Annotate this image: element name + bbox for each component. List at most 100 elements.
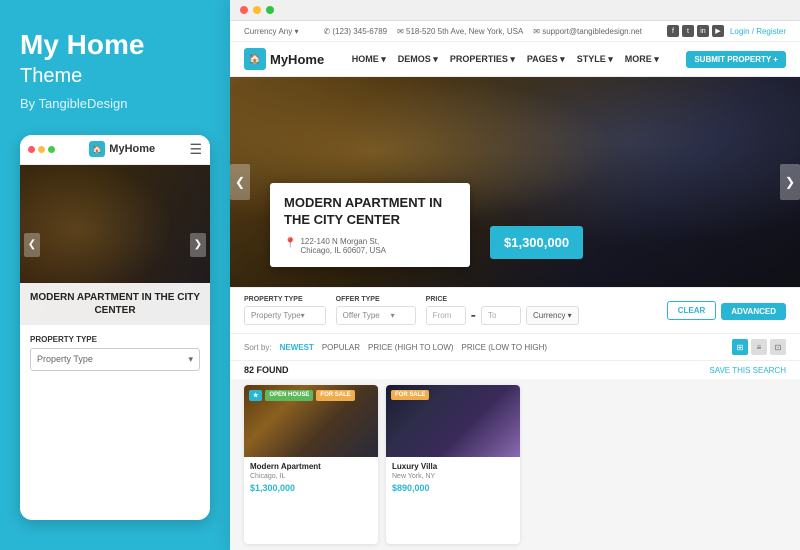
property-address-2: New York, NY (392, 473, 514, 480)
mobile-logo-text: MyHome (109, 143, 155, 155)
nav-items: HOME ▾ DEMOS ▾ PROPERTIES ▾ PAGES ▾ STYL… (352, 54, 659, 65)
mobile-next-arrow[interactable]: ❯ (190, 233, 206, 257)
nav-item-home[interactable]: HOME ▾ (352, 54, 386, 65)
mobile-property-type-select[interactable]: Property Type ▾ (30, 348, 200, 371)
list-view-icon[interactable]: ≡ (751, 339, 767, 355)
desktop-nav: 🏠 MyHome HOME ▾ DEMOS ▾ PROPERTIES ▾ PAG… (230, 42, 800, 77)
sort-price-high[interactable]: PRICE (HIGH TO LOW) (368, 343, 454, 352)
topbar-right: f t in ▶ Login / Register (667, 25, 786, 37)
open-house-badge: OPEN HOUSE (265, 390, 313, 401)
property-title-1: Modern Apartment (250, 462, 372, 471)
hero-prev-arrow[interactable]: ❮ (230, 164, 250, 200)
mobile-dot-green (48, 146, 55, 153)
map-view-icon[interactable]: ⊡ (770, 339, 786, 355)
search-bar: PROPERTY TYPE Property Type ▾ OFFER TYPE… (230, 287, 800, 334)
sort-by-label: Sort by: (244, 343, 272, 352)
price-inputs: From - To Currency ▾ (426, 306, 579, 325)
social-icons: f t in ▶ (667, 25, 724, 37)
desktop-logo[interactable]: 🏠 MyHome (244, 48, 324, 70)
hero-address-text: 122-140 N Morgan St, Chicago, IL 60607, … (300, 237, 386, 255)
advanced-button[interactable]: ADVANCED (721, 303, 786, 320)
mobile-header: 🏠 MyHome ☰ (20, 135, 210, 165)
desktop-logo-icon: 🏠 (244, 48, 266, 70)
currency-selector[interactable]: Currency Any ▾ (244, 27, 298, 36)
sort-price-low[interactable]: PRICE (LOW TO HIGH) (462, 343, 548, 352)
property-card-2[interactable]: FOR SALE Luxury Villa New York, NY $890,… (386, 385, 520, 544)
login-link[interactable]: Login / Register (730, 27, 786, 36)
mobile-preview: 🏠 MyHome ☰ ❮ ❯ MODERN APARTMENT IN THE C… (20, 135, 210, 520)
currency-badge[interactable]: Currency ▾ (526, 306, 579, 325)
price-from-input[interactable]: From (426, 306, 466, 325)
found-count: 82 FOUND (244, 365, 289, 375)
desktop-topbar: Currency Any ▾ ✆ (123) 345-6789 ✉ 518-52… (230, 21, 800, 42)
offer-type-field: OFFER TYPE Offer Type ▾ (336, 296, 416, 325)
location-icon: 📍 (284, 238, 296, 249)
sort-controls: Sort by: NEWEST POPULAR PRICE (HIGH TO L… (244, 343, 547, 352)
property-card-1[interactable]: ★ OPEN HOUSE FOR SALE Modern Apartment C… (244, 385, 378, 544)
theme-title: My Home (20, 30, 210, 61)
property-type-label: PROPERTY TYPE (244, 296, 326, 303)
sort-newest[interactable]: NEWEST (280, 343, 314, 352)
nav-item-style[interactable]: STYLE ▾ (577, 54, 613, 65)
topbar-center: ✆ (123) 345-6789 ✉ 518-520 5th Ave, New … (323, 27, 642, 36)
facebook-icon[interactable]: f (667, 25, 679, 37)
badge-row-1: ★ OPEN HOUSE FOR SALE (249, 390, 355, 401)
topbar-email: ✉ support@tangibledesign.net (533, 27, 642, 36)
nav-item-pages[interactable]: PAGES ▾ (527, 54, 565, 65)
property-info-2: Luxury Villa New York, NY $890,000 (386, 457, 520, 498)
submit-property-button[interactable]: SUBMIT PROPERTY + (686, 51, 786, 68)
hero-property-title: MODERN APARTMENT IN THE CITY CENTER (284, 195, 456, 229)
mobile-menu-icon[interactable]: ☰ (189, 141, 202, 158)
theme-subtitle: Theme (20, 65, 210, 88)
mobile-prev-arrow[interactable]: ❮ (24, 233, 40, 257)
topbar-left: Currency Any ▾ (244, 27, 298, 36)
property-info-1: Modern Apartment Chicago, IL $1,300,000 (244, 457, 378, 498)
mobile-hero-caption: MODERN APARTMENT IN THE CITY CENTER (20, 283, 210, 325)
property-title-2: Luxury Villa (392, 462, 514, 471)
property-image-1: ★ OPEN HOUSE FOR SALE (244, 385, 378, 457)
topbar-phone: ✆ (123) 345-6789 (323, 27, 387, 36)
clear-button[interactable]: CLEAR (667, 301, 717, 320)
hero-section: ❮ ❯ MODERN APARTMENT IN THE CITY CENTER … (230, 77, 800, 287)
sort-popular[interactable]: POPULAR (322, 343, 360, 352)
offer-type-label: OFFER TYPE (336, 296, 416, 303)
nav-item-demos[interactable]: DEMOS ▾ (398, 54, 438, 65)
for-sale-badge-2: FOR SALE (391, 390, 429, 400)
browser-dot-green (266, 6, 274, 14)
offer-type-select[interactable]: Offer Type ▾ (336, 306, 416, 325)
save-search-link[interactable]: SAVE THIS SEARCH (709, 366, 786, 375)
grid-view-icon[interactable]: ⊞ (732, 339, 748, 355)
mobile-hero: ❮ ❯ MODERN APARTMENT IN THE CITY CENTER (20, 165, 210, 325)
property-type-select[interactable]: Property Type ▾ (244, 306, 326, 325)
property-price-2: $890,000 (392, 483, 514, 493)
browser-dot-red (240, 6, 248, 14)
star-badge: ★ (249, 390, 262, 401)
search-buttons: CLEAR ADVANCED (667, 301, 786, 320)
desktop-logo-text: MyHome (270, 52, 324, 67)
hero-price-button[interactable]: $1,300,000 (490, 226, 583, 259)
offer-type-arrow: ▾ (391, 311, 395, 320)
property-price-1: $1,300,000 (250, 483, 372, 493)
property-address-1: Chicago, IL (250, 473, 372, 480)
nav-item-more[interactable]: MORE ▾ (625, 54, 659, 65)
mobile-select-arrow: ▾ (188, 354, 193, 365)
hero-property-card: MODERN APARTMENT IN THE CITY CENTER 📍 12… (270, 183, 470, 267)
property-grid: ★ OPEN HOUSE FOR SALE Modern Apartment C… (230, 379, 800, 550)
price-field: PRICE From - To Currency ▾ (426, 296, 579, 325)
youtube-icon[interactable]: ▶ (712, 25, 724, 37)
property-image-2: FOR SALE (386, 385, 520, 457)
twitter-icon[interactable]: t (682, 25, 694, 37)
nav-item-properties[interactable]: PROPERTIES ▾ (450, 54, 515, 65)
price-label: PRICE (426, 296, 579, 303)
hero-property-address: 📍 122-140 N Morgan St, Chicago, IL 60607… (284, 237, 456, 255)
currency-label: Currency (244, 27, 276, 36)
instagram-icon[interactable]: in (697, 25, 709, 37)
mobile-logo-icon: 🏠 (89, 141, 105, 157)
browser-chrome (230, 0, 800, 21)
mobile-dot-red (28, 146, 35, 153)
price-to-input[interactable]: To (481, 306, 521, 325)
mobile-dot-yellow (38, 146, 45, 153)
property-type-arrow: ▾ (301, 311, 305, 320)
hero-next-arrow[interactable]: ❯ (780, 164, 800, 200)
left-panel: My Home Theme By TangibleDesign 🏠 MyHome… (0, 0, 230, 550)
